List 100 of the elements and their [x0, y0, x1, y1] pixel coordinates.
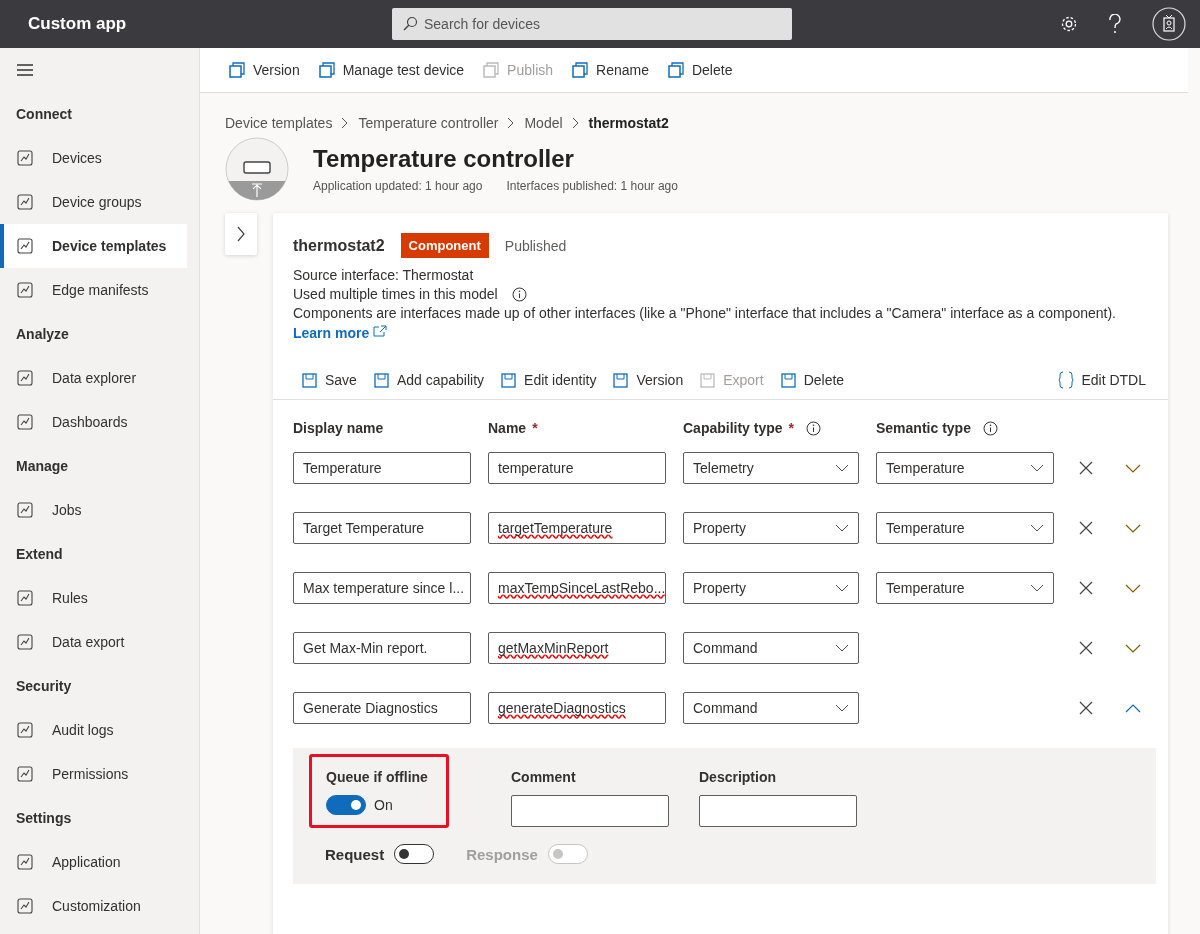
name-field[interactable]: targetTemperature — [488, 512, 666, 544]
sidebar-item[interactable]: Edge manifests — [0, 268, 187, 312]
capability-type-dropdown[interactable]: Property — [683, 572, 859, 604]
name-field[interactable]: maxTempSinceLastRebo... — [488, 572, 666, 604]
breadcrumb-link[interactable]: Temperature controller — [358, 115, 499, 131]
toggle-switch[interactable] — [394, 844, 435, 864]
menu-icon[interactable] — [16, 63, 34, 77]
breadcrumb-link[interactable]: Device templates — [225, 115, 333, 131]
chevron-down-icon[interactable] — [1125, 463, 1141, 473]
chevron-down-icon[interactable] — [1125, 523, 1141, 533]
chevron-down-icon — [835, 644, 849, 652]
chevron-up-icon[interactable] — [1125, 703, 1141, 713]
close-icon[interactable] — [1079, 701, 1093, 715]
chevron-down-icon — [1030, 464, 1044, 472]
sidebar-item[interactable]: Jobs — [0, 488, 187, 532]
display-name-field[interactable]: Max temperature since l... — [293, 572, 471, 604]
settings-icon[interactable] — [1060, 15, 1078, 33]
sidebar-item[interactable]: Devices — [0, 136, 187, 180]
device-template-avatar-icon — [225, 137, 289, 201]
info-icon[interactable] — [511, 287, 527, 302]
close-icon[interactable] — [1079, 461, 1093, 475]
semantic-type-dropdown[interactable]: Temperature — [876, 512, 1054, 544]
column-header: Display name — [293, 420, 384, 436]
close-icon[interactable] — [1079, 581, 1093, 595]
sidebar-item[interactable]: Data explorer — [0, 356, 187, 400]
command-button[interactable]: Edit identity — [498, 367, 599, 393]
sidebar-item[interactable]: Device templates — [0, 224, 187, 268]
display-name-field[interactable]: Temperature — [293, 452, 471, 484]
sidebar-item[interactable]: Audit logs — [0, 708, 187, 752]
sidebar-section-title: Analyze — [15, 325, 70, 344]
breadcrumb-link[interactable]: thermostat2 — [588, 115, 669, 131]
command-button[interactable]: Delete — [777, 367, 847, 393]
name-field[interactable]: temperature — [488, 452, 666, 484]
info-icon[interactable] — [806, 420, 822, 436]
capability-type-dropdown[interactable]: Property — [683, 512, 859, 544]
column-header: Semantic type — [876, 420, 971, 436]
meta-text: Application updated: 1 hour ago — [313, 179, 483, 193]
chevron-down-icon — [1030, 584, 1044, 592]
help-icon[interactable] — [1108, 14, 1122, 34]
chevron-down-icon — [835, 464, 849, 472]
chevron-down-icon[interactable] — [1125, 583, 1141, 593]
toolbar-button[interactable]: Manage test device — [315, 57, 467, 83]
sidebar-section-title: Security — [15, 677, 73, 696]
info-icon[interactable] — [982, 420, 998, 436]
capability-type-dropdown[interactable]: Command — [683, 692, 859, 724]
sidebar-section-title: Extend — [15, 545, 64, 564]
sidebar-item[interactable]: Device groups — [0, 180, 187, 224]
chevron-down-icon — [835, 704, 849, 712]
close-icon[interactable] — [1079, 641, 1093, 655]
sidebar-item[interactable]: Dashboards — [0, 400, 187, 444]
chevron-right-icon — [571, 117, 580, 129]
display-name-field[interactable]: Get Max-Min report. — [293, 632, 471, 664]
command-button[interactable]: Add capability — [370, 367, 487, 393]
user-badge-icon[interactable] — [1152, 7, 1186, 41]
name-field[interactable]: getMaxMinReport — [488, 632, 666, 664]
search-field[interactable]: Search for devices — [392, 8, 792, 40]
breadcrumb-link[interactable]: Model — [524, 115, 563, 131]
sidebar-item[interactable]: Rules — [0, 576, 187, 620]
sidebar-section-title: Settings — [15, 809, 73, 828]
command-button[interactable]: Version — [610, 367, 686, 393]
name-field[interactable]: generateDiagnostics — [488, 692, 666, 724]
chevron-down-icon[interactable] — [1125, 643, 1141, 653]
toggle-label: Response — [466, 845, 538, 863]
toolbar-button[interactable]: Delete — [664, 57, 735, 83]
display-name-field[interactable]: Generate Diagnostics — [293, 692, 471, 724]
meta-text: Interfaces published: 1 hour ago — [506, 179, 678, 193]
display-name-field[interactable]: Target Temperature — [293, 512, 471, 544]
toolbar-button[interactable]: Version — [226, 57, 302, 83]
semantic-type-dropdown[interactable]: Temperature — [876, 572, 1054, 604]
toggle-switch[interactable] — [326, 795, 366, 815]
description-input[interactable] — [699, 795, 857, 827]
chevron-down-icon — [1030, 524, 1044, 532]
chevron-right-icon — [236, 226, 246, 242]
command-button[interactable]: Save — [299, 367, 359, 393]
description-text: Components are interfaces made up of other interfaces (like a "Phone" interface that includes a "Camera" interface as a component). — [293, 304, 1117, 323]
sidebar-item[interactable]: Customization — [0, 884, 187, 928]
edit-dtdl-button[interactable]: Edit DTDL — [1056, 367, 1148, 393]
semantic-type-dropdown[interactable]: Temperature — [876, 452, 1054, 484]
comment-input[interactable] — [511, 795, 669, 827]
component-badge: Component — [400, 233, 489, 258]
column-header: Name — [488, 420, 527, 436]
status-text: Published — [504, 237, 567, 254]
toggle-state-text: On — [374, 797, 393, 813]
close-icon[interactable] — [1079, 521, 1093, 535]
sidebar-item[interactable]: Data export — [0, 620, 187, 664]
braces-icon — [1058, 371, 1075, 389]
sidebar-item[interactable]: Permissions — [0, 752, 187, 796]
page-title: Temperature controller — [313, 145, 575, 173]
usage-text: Used multiple times in this model — [293, 285, 498, 304]
search-icon — [402, 16, 418, 32]
learn-more-link[interactable]: Learn more — [293, 325, 388, 341]
toggle-label: Request — [325, 845, 385, 863]
sidebar-item[interactable]: Application — [0, 840, 187, 884]
capability-type-dropdown[interactable]: Telemetry — [683, 452, 859, 484]
capability-type-dropdown[interactable]: Command — [683, 632, 859, 664]
toolbar-button[interactable]: Rename — [569, 57, 651, 83]
app-title[interactable]: Custom app — [28, 14, 392, 34]
field-label: Comment — [511, 769, 577, 785]
column-header: Capability type — [683, 420, 783, 436]
sidebar-section-title: Connect — [15, 105, 73, 124]
